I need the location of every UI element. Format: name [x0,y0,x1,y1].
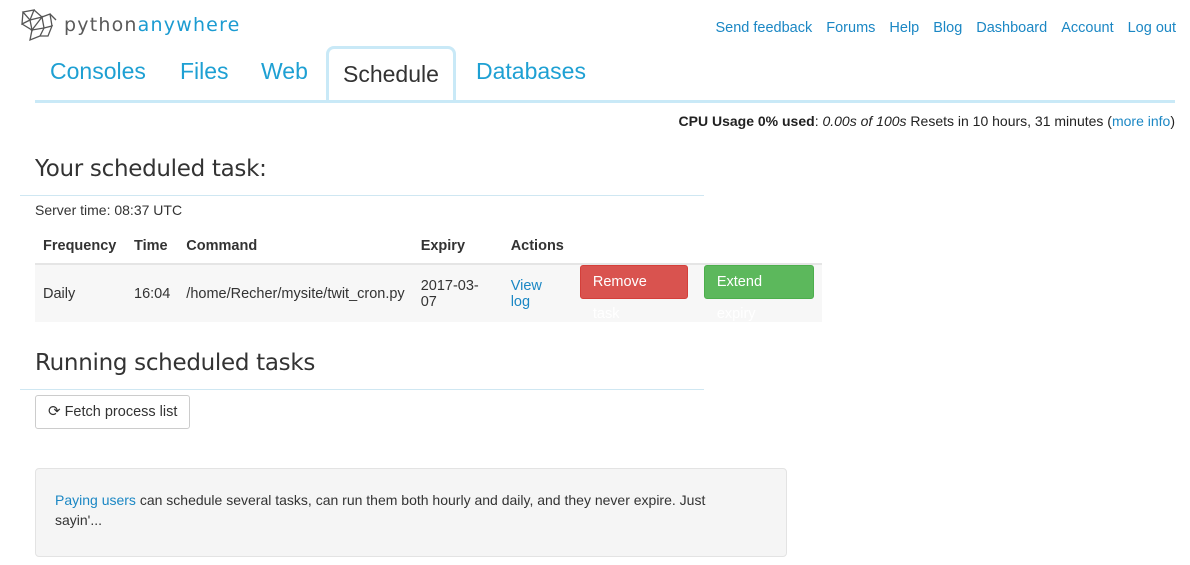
task-time: 16:04 [126,264,179,322]
column-header-actions: Actions [502,228,572,265]
dashboard-link[interactable]: Dashboard [976,20,1047,36]
cpu-usage-label: CPU Usage 0% used [678,113,815,129]
scheduled-task-heading: Your scheduled task: [35,156,267,182]
column-header-time: Time [126,228,179,265]
task-view-log-cell: View log [502,264,572,322]
column-header-expiry: Expiry [412,228,503,265]
server-time: Server time: 08:37 UTC [35,202,183,218]
account-link[interactable]: Account [1061,20,1113,36]
logo-text: pythonanywhere [64,14,241,36]
task-extend-cell: Extend expiry [695,264,822,322]
more-info-link[interactable]: more info [1112,113,1170,129]
task-command: /home/Recher/mysite/twit_cron.py [178,264,413,322]
tab-files[interactable]: Files [180,58,229,85]
fetch-process-list-button[interactable]: ⟳ Fetch process list [35,395,191,429]
cpu-usage-value: 0.00s of 100s [822,113,907,129]
section-divider [20,389,704,390]
pythonanywhere-logo-icon [21,9,57,42]
paying-users-notice: Paying users can schedule several tasks,… [35,468,787,557]
running-tasks-heading: Running scheduled tasks [35,350,316,376]
view-log-link[interactable]: View log [511,278,542,310]
refresh-icon: ⟳ [48,403,61,420]
logo-text-anywhere: anywhere [137,14,241,36]
table-row: Daily 16:04 /home/Recher/mysite/twit_cro… [35,264,822,322]
task-expiry: 2017-03-07 [412,264,503,322]
extend-expiry-button[interactable]: Extend expiry [703,265,814,322]
section-divider [20,195,704,196]
remove-task-button[interactable]: Remove task [579,265,688,322]
send-feedback-link[interactable]: Send feedback [716,20,813,36]
scheduled-tasks-table: Frequency Time Command Expiry Actions Da… [35,228,822,322]
top-nav: Send feedback Forums Help Blog Dashboard… [716,20,1177,36]
column-header-blank [695,228,822,265]
fetch-process-list-label: Fetch process list [64,404,178,420]
paying-users-notice-text: can schedule several tasks, can run them… [55,492,706,528]
cpu-usage-close: ) [1170,113,1175,129]
tab-schedule[interactable]: Schedule [326,46,456,100]
paying-users-link[interactable]: Paying users [55,492,136,508]
tab-databases[interactable]: Databases [476,58,586,85]
tab-consoles[interactable]: Consoles [50,58,146,85]
forums-link[interactable]: Forums [826,20,875,36]
main-tabs: Consoles Files Web Schedule Databases [35,46,1175,103]
cpu-usage-resets: Resets in 10 hours, 31 minutes ( [906,113,1112,129]
column-header-frequency: Frequency [35,228,126,265]
blog-link[interactable]: Blog [933,20,962,36]
tab-web[interactable]: Web [261,58,308,85]
column-header-blank [571,228,696,265]
task-remove-cell: Remove task [571,264,696,322]
table-header-row: Frequency Time Command Expiry Actions [35,228,822,265]
log-out-link[interactable]: Log out [1128,20,1176,36]
task-frequency: Daily [35,264,126,322]
column-header-command: Command [178,228,413,265]
cpu-usage: CPU Usage 0% used: 0.00s of 100s Resets … [679,113,1175,129]
logo-text-python: python [64,14,138,36]
logo[interactable]: pythonanywhere [20,8,241,42]
help-link[interactable]: Help [889,20,919,36]
